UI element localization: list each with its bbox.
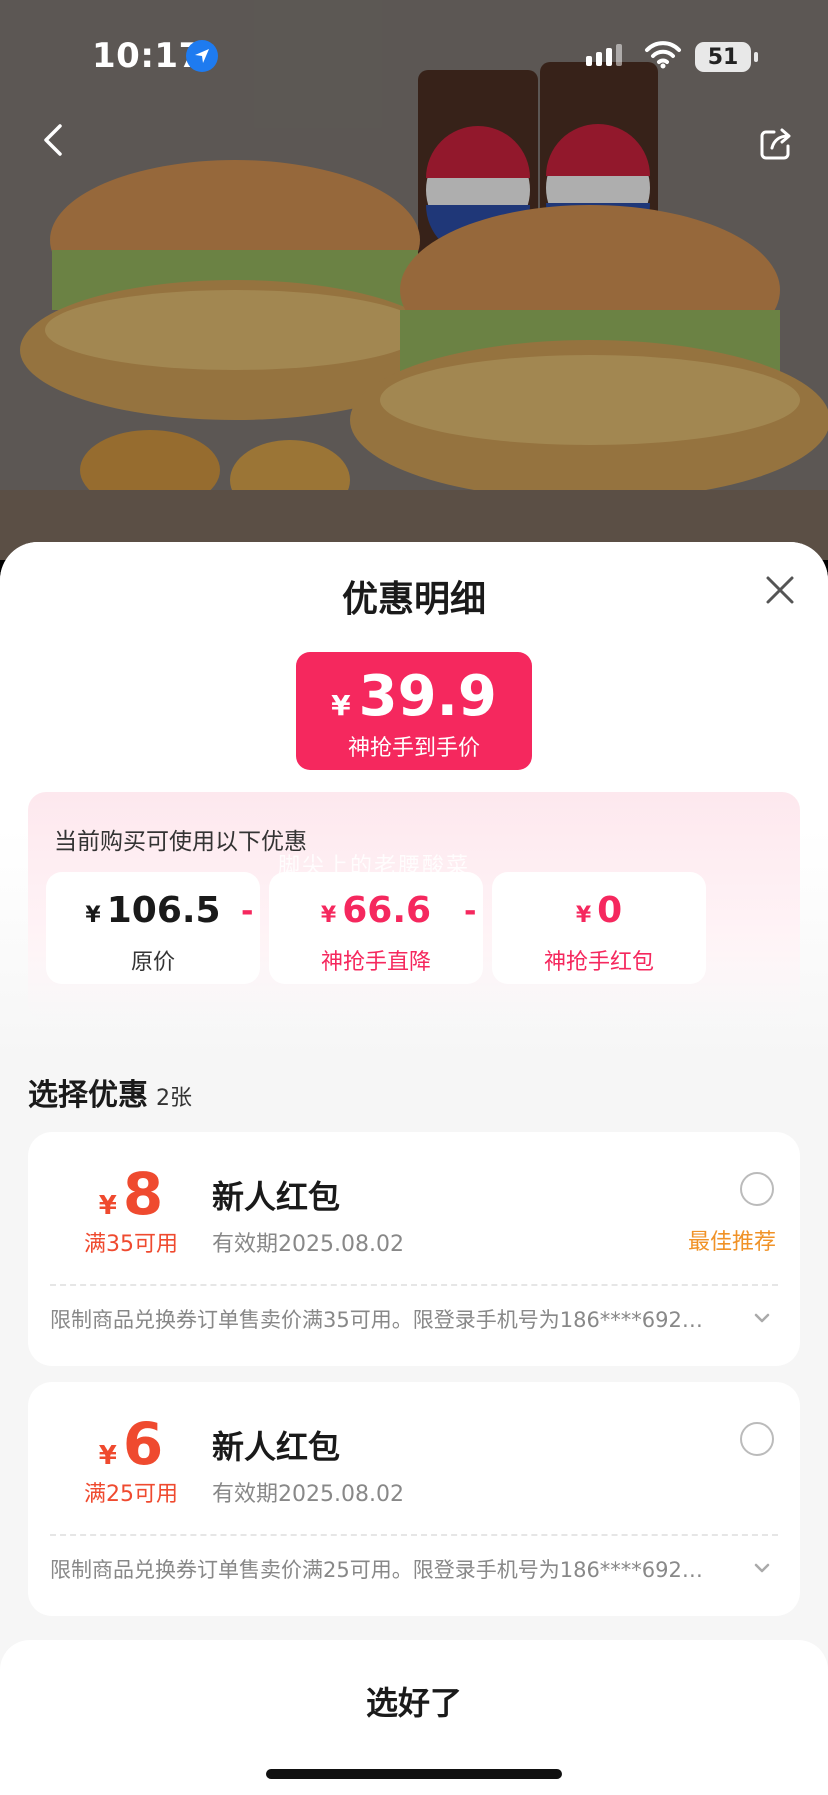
coupon-condition: 满25可用: [84, 1482, 178, 1507]
chevron-down-icon[interactable]: [750, 1306, 774, 1330]
original-price-label: 原价: [130, 950, 175, 975]
cellular-signal-icon: [586, 44, 622, 66]
amount: 106.5: [106, 890, 221, 931]
red-packet-box: ¥0 神抢手红包: [492, 872, 706, 984]
select-discount-title: 选择优惠 2张: [28, 1070, 192, 1114]
original-price-value: ¥106.5: [46, 890, 260, 931]
currency-symbol: ¥: [331, 689, 351, 722]
home-indicator[interactable]: [266, 1769, 562, 1779]
coupon-name: 新人红包: [212, 1178, 341, 1216]
coupon-value: ¥6: [28, 1410, 234, 1478]
amount: 66.6: [342, 890, 432, 931]
final-price-label: 神抢手到手价: [347, 736, 480, 761]
currency-symbol: ¥: [98, 1441, 117, 1471]
coupon-name: 新人红包: [212, 1428, 341, 1466]
coupon-count: 2张: [156, 1086, 192, 1111]
wifi-icon: [645, 41, 681, 69]
minus-sign: -: [464, 894, 477, 929]
coupon-expiry: 有效期2025.08.02: [212, 1232, 404, 1257]
direct-discount-label: 神抢手直降: [320, 950, 431, 975]
coupon-amount: 6: [122, 1410, 164, 1478]
section-title-text: 选择优惠: [28, 1078, 148, 1113]
coupon-amount: 8: [122, 1160, 164, 1228]
coupon-card[interactable]: ¥8 满35可用 新人红包 有效期2025.08.02 最佳推荐 限制商品兑换券…: [28, 1132, 800, 1366]
divider: [50, 1284, 778, 1286]
direct-discount-value: ¥66.6: [269, 890, 483, 931]
status-bar: 10:17 51: [0, 0, 828, 110]
sheet-title: 优惠明细: [341, 579, 486, 620]
divider: [50, 1534, 778, 1536]
coupon-condition: 满35可用: [84, 1232, 178, 1257]
coupon-select-radio[interactable]: [740, 1422, 774, 1456]
red-packet-label: 神抢手红包: [543, 950, 654, 975]
chevron-down-icon[interactable]: [750, 1556, 774, 1580]
close-icon[interactable]: [762, 572, 798, 608]
confirm-button[interactable]: 选好了: [0, 1678, 828, 1724]
location-arrow-icon: [186, 40, 218, 72]
share-icon[interactable]: [756, 124, 796, 164]
final-price-value: 39.9: [358, 664, 497, 729]
currency-symbol: ¥: [85, 903, 101, 928]
back-arrow-icon[interactable]: [34, 120, 74, 160]
red-packet-value: ¥0: [492, 890, 706, 931]
coupon-expiry: 有效期2025.08.02: [212, 1482, 404, 1507]
price-breakdown: 当前购买可使用以下优惠 脚尖上的老腰酸菜 ¥106.5 原价 - ¥66.6 神…: [28, 792, 800, 1022]
coupon-select-radio[interactable]: [740, 1172, 774, 1206]
coupon-card[interactable]: ¥6 满25可用 新人红包 有效期2025.08.02 限制商品兑换券订单售卖价…: [28, 1382, 800, 1616]
original-price-box: ¥106.5 原价: [46, 872, 260, 984]
battery-level: 51: [707, 44, 739, 70]
breakdown-hint: 当前购买可使用以下优惠: [54, 829, 307, 855]
battery-indicator: 51: [695, 42, 758, 72]
amount: 0: [597, 890, 623, 931]
minus-sign: -: [241, 894, 254, 929]
currency-symbol: ¥: [575, 903, 592, 928]
direct-discount-box: ¥66.6 神抢手直降: [269, 872, 483, 984]
final-price-amount: ¥39.9: [296, 664, 532, 729]
best-recommend-badge: 最佳推荐: [687, 1230, 776, 1255]
currency-symbol: ¥: [98, 1191, 117, 1221]
final-price-badge: ¥39.9 神抢手到手价: [296, 652, 532, 770]
coupon-description: 限制商品兑换券订单售卖价满35可用。限登录手机号为186****6925…: [50, 1308, 710, 1332]
currency-symbol: ¥: [320, 903, 337, 928]
coupon-value: ¥8: [28, 1160, 234, 1228]
discount-detail-sheet: 优惠明细 ¥39.9 神抢手到手价 当前购买可使用以下优惠 脚尖上的老腰酸菜 ¥…: [0, 542, 828, 1795]
coupon-description: 限制商品兑换券订单售卖价满25可用。限登录手机号为186****6925…: [50, 1558, 710, 1582]
